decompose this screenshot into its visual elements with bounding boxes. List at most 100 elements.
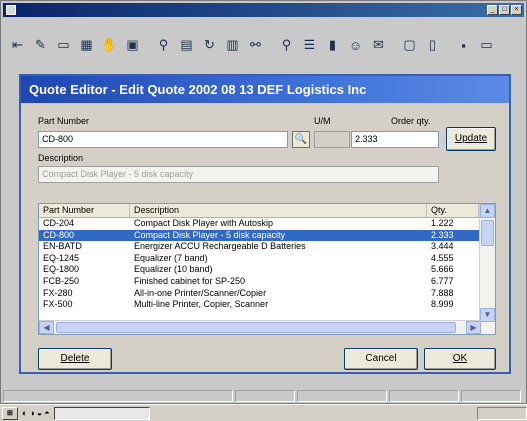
refresh-icon[interactable]: ↻: [199, 34, 220, 56]
cell-qty: 2.333: [431, 229, 454, 240]
list-icon[interactable]: ☰: [299, 34, 320, 56]
ok-button-label: OK: [452, 353, 468, 364]
screen-icon[interactable]: ▭: [476, 34, 497, 56]
cell-qty: 8.999: [431, 299, 454, 310]
cell-part-number: FCB-250: [43, 275, 80, 286]
cell-part-number: EN-BATD: [43, 241, 82, 252]
taskbar-item-app[interactable]: [53, 406, 150, 420]
scroll-left-icon[interactable]: ◀: [39, 321, 54, 334]
list-row[interactable]: EQ-1245 Equalizer (7 band) 4.555: [39, 253, 495, 265]
column-header-part-number[interactable]: Part Number: [39, 204, 130, 217]
horizontal-scroll-thumb[interactable]: [56, 322, 456, 333]
update-button[interactable]: Update: [446, 127, 496, 151]
exit-icon[interactable]: ⇤: [7, 34, 28, 56]
calendar-icon[interactable]: ▢: [399, 34, 420, 56]
quick-launch-icon[interactable]: ◐: [22, 408, 27, 418]
app-icon: [6, 5, 16, 15]
cancel-button-label: Cancel: [365, 353, 397, 364]
um-label: U/M: [314, 116, 331, 126]
delete-button[interactable]: Delete: [38, 348, 112, 370]
list-row[interactable]: CD-204 Compact Disk Player with Autoskip 1…: [39, 218, 495, 230]
chart-icon[interactable]: ▥: [222, 34, 243, 56]
quote-editor-dialog: Quote Editor - Edit Quote 2002 08 13 DEF…: [19, 74, 511, 374]
app-titlebar: _ □ ×: [3, 3, 524, 17]
note-icon[interactable]: ▯: [422, 34, 443, 56]
cell-description: Equalizer (7 band): [134, 252, 208, 263]
list-row[interactable]: EQ-1800 Equalizer (10 band) 5.666: [39, 264, 495, 276]
cell-qty: 4.555: [431, 252, 454, 263]
quick-launch: ◐ ◑ ◒ ◓: [22, 408, 50, 418]
part-search-button[interactable]: 🔍: [292, 131, 310, 148]
search-icon: 🔍: [294, 134, 308, 145]
description-label: Description: [38, 153, 84, 163]
description-field: Compact Disk Player - 5 disk capacity: [38, 166, 439, 183]
list-row[interactable]: CD-800 Compact Disk Player - 5 disk capac…: [39, 229, 495, 242]
user-icon[interactable]: ☺: [345, 34, 366, 56]
cell-qty: 1.222: [431, 218, 454, 228]
window-icon[interactable]: ▭: [53, 34, 74, 56]
part-number-input[interactable]: CD-800: [38, 131, 288, 148]
menubar: [3, 17, 524, 29]
cell-description: Compact Disk Player with Autoskip: [134, 218, 274, 228]
maximize-button[interactable]: □: [499, 5, 510, 15]
cancel-button[interactable]: Cancel: [344, 348, 418, 370]
calculator-icon[interactable]: ▦: [76, 34, 97, 56]
cell-description: All-in-one Printer/Scanner/Copier: [134, 287, 267, 298]
ok-button[interactable]: OK: [424, 348, 496, 370]
vertical-scroll-thumb[interactable]: [481, 220, 494, 246]
order-qty-input[interactable]: 2.333: [351, 131, 439, 148]
report-icon[interactable]: ▤: [176, 34, 197, 56]
start-button[interactable]: ⊞: [2, 406, 18, 420]
vertical-scrollbar[interactable]: ▲ ▼: [479, 204, 495, 334]
scroll-right-icon[interactable]: ▶: [466, 321, 481, 334]
close-button[interactable]: ×: [511, 5, 522, 15]
cell-qty: 5.666: [431, 264, 454, 275]
um-field: [314, 131, 350, 148]
cell-description: Compact Disk Player - 5 disk capacity: [134, 229, 286, 240]
column-header-description[interactable]: Description: [130, 204, 427, 217]
cell-description: Energizer ACCU Rechargeable D Batteries: [134, 241, 306, 252]
delete-button-label: Delete: [60, 353, 90, 364]
part-number-label: Part Number: [38, 116, 90, 126]
update-button-label: Update: [454, 133, 488, 144]
quick-launch-icon[interactable]: ◒: [37, 408, 42, 418]
list-row[interactable]: FCB-250 Finished cabinet for SP-250 6.777: [39, 276, 495, 288]
horizontal-scrollbar[interactable]: ◀ ▶: [39, 320, 481, 334]
cell-description: Equalizer (10 band): [134, 264, 213, 275]
list-row[interactable]: FX-500 Multi-line Printer, Copier, Scanne…: [39, 299, 495, 311]
save-icon[interactable]: ▪: [453, 34, 474, 56]
application-window: _ □ × ⇤ ✎ ▭ ▦ ✋ ▣ ⚲ ▤ ↻ ▥ ⚯ ⚲ ☰ ▮ ☺ ✉ ▢ …: [0, 0, 527, 404]
list-row[interactable]: EN-BATD Energizer ACCU Rechargeable D Bat…: [39, 241, 495, 253]
order-qty-label: Order qty.: [391, 116, 431, 126]
column-header-qty[interactable]: Qty.: [427, 204, 479, 217]
book-icon[interactable]: ▮: [322, 34, 343, 56]
ticket-icon[interactable]: ✉: [368, 34, 389, 56]
status-pane-2: [235, 390, 295, 402]
status-pane-1: [3, 390, 233, 402]
scroll-down-icon[interactable]: ▼: [480, 308, 495, 322]
status-bar: [3, 390, 524, 402]
list-body: CD-204 Compact Disk Player with Autoskip 1…: [39, 218, 495, 311]
cell-part-number: EQ-1800: [43, 264, 80, 275]
hand-icon[interactable]: ✋: [99, 34, 120, 56]
quick-launch-icon[interactable]: ◑: [29, 408, 34, 418]
find-icon[interactable]: ⚲: [276, 34, 297, 56]
customer-icon[interactable]: ✎: [30, 34, 51, 56]
list-row[interactable]: FX-280 All-in-one Printer/Scanner/Copier 7…: [39, 288, 495, 300]
cell-description: Multi-line Printer, Copier, Scanner: [134, 299, 269, 310]
status-pane-4: [389, 390, 459, 402]
list-header: Part Number Description Qty.: [39, 204, 495, 218]
search-tool-icon[interactable]: ⚲: [153, 34, 174, 56]
status-pane-5: [461, 390, 521, 402]
box-icon[interactable]: ▣: [122, 34, 143, 56]
cell-part-number: FX-280: [43, 287, 73, 298]
binoculars-icon[interactable]: ⚯: [245, 34, 266, 56]
quick-launch-icon[interactable]: ◓: [44, 408, 49, 418]
minimize-button[interactable]: _: [487, 5, 498, 15]
cell-part-number: EQ-1245: [43, 252, 80, 263]
scroll-up-icon[interactable]: ▲: [480, 204, 495, 218]
system-tray: [477, 406, 527, 420]
parts-list: Part Number Description Qty. CD-204 Compa…: [38, 203, 496, 335]
cell-part-number: CD-204: [43, 218, 75, 228]
cell-description: Finished cabinet for SP-250: [134, 275, 246, 286]
